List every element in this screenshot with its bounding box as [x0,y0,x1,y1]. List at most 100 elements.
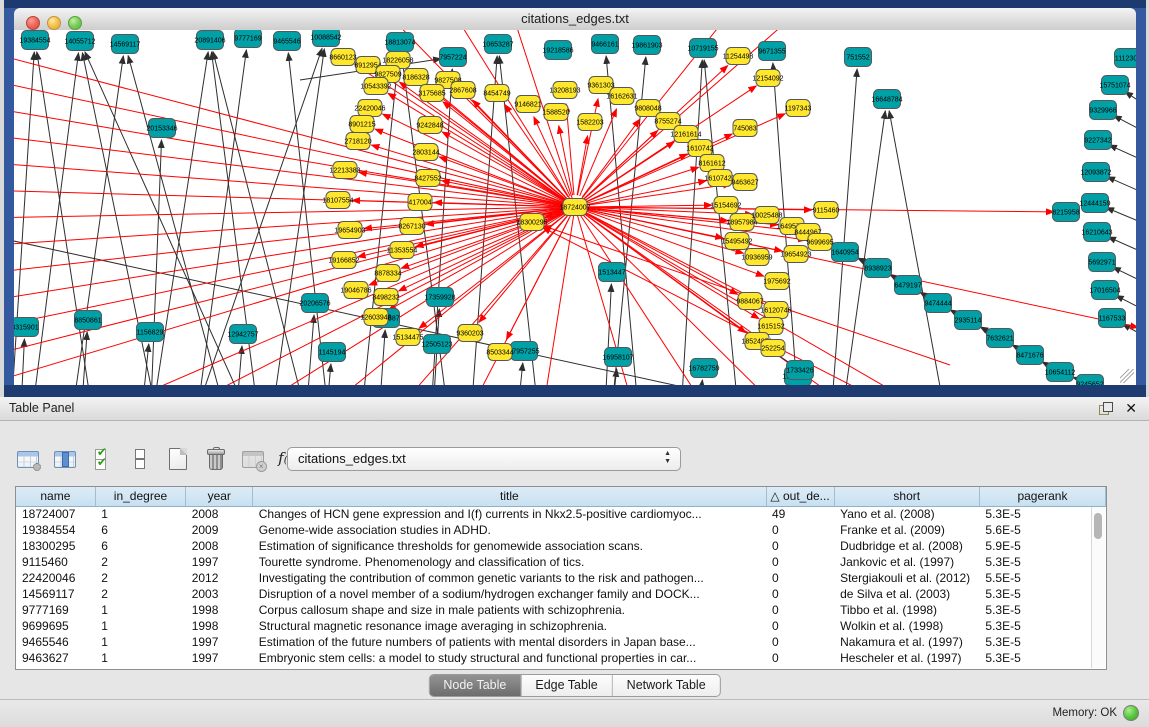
network-node[interactable]: 1197343 [785,100,812,117]
network-node[interactable]: 8850861 [74,311,101,330]
network-node[interactable]: 12213383 [329,162,360,179]
table-cell[interactable]: Jankovic et al. (1997) [834,554,979,570]
network-node[interactable]: 20153346 [146,119,177,138]
network-node[interactable]: 18300295 [516,214,547,231]
unselect-all-columns-button[interactable] [127,446,153,472]
table-row[interactable]: 977716911998Corpus callosum shape and si… [16,602,1106,618]
network-node[interactable]: 19046786 [340,282,371,299]
table-cell[interactable]: 5.3E-5 [979,554,1105,570]
table-cell[interactable]: Disruption of a novel member of a sodium… [253,586,766,602]
table-cell[interactable]: 5.3E-5 [979,650,1105,666]
tab-edge-table[interactable]: Edge Table [521,675,612,696]
table-cell[interactable]: Wolkin et al. (1998) [834,618,979,634]
network-nodes[interactable]: 1938455414055712145691172089140697771699… [14,30,1136,385]
network-node[interactable]: 10653287 [482,35,513,54]
network-node[interactable]: 13208193 [549,82,580,99]
scrollbar-thumb[interactable] [1094,513,1102,539]
table-cell[interactable]: 0 [766,586,834,602]
network-node[interactable]: 1145194 [319,343,346,362]
table-cell[interactable]: 9465546 [16,634,95,650]
table-cell[interactable]: 2009 [186,522,253,538]
table-cell[interactable]: 18724007 [16,506,95,522]
network-node[interactable]: 8186328 [402,69,429,86]
network-node[interactable]: 745083 [733,120,757,137]
table-cell[interactable]: Genome-wide association studies in ADHD. [253,522,766,538]
network-node[interactable]: 16162631 [606,88,637,105]
tab-network-table[interactable]: Network Table [613,675,720,696]
table-row[interactable]: 969969511998Structural magnetic resonanc… [16,618,1106,634]
network-node[interactable]: 19384554 [19,31,50,50]
network-node[interactable]: 8938923 [864,259,891,278]
network-node[interactable]: 9463627 [731,174,758,191]
table-cell[interactable]: 2008 [186,506,253,522]
network-node[interactable]: 22420046 [354,100,385,117]
network-node[interactable]: 8161612 [698,155,725,172]
table-cell[interactable]: Investigating the contribution of common… [253,570,766,586]
table-cell[interactable]: 5.6E-5 [979,522,1105,538]
network-node[interactable]: 11254498 [723,48,754,65]
network-node[interactable]: 8215958 [1052,203,1079,222]
network-node[interactable]: 2803144 [412,144,439,161]
network-node[interactable]: 9227342 [1084,131,1111,150]
network-node[interactable]: 18813074 [384,33,415,52]
network-node[interactable]: 9474444 [924,294,951,313]
network-node[interactable]: 9777169 [234,30,261,48]
close-panel-icon[interactable]: ✕ [1125,400,1137,416]
network-node[interactable]: 417004 [408,194,432,211]
table-cell[interactable]: 0 [766,538,834,554]
column-header-name[interactable]: name [16,487,95,506]
table-cell[interactable]: 9463627 [16,650,95,666]
network-node[interactable]: 19218586 [542,41,573,60]
network-node[interactable]: 10088542 [310,30,341,47]
network-node[interactable]: 9242848 [416,117,443,134]
select-all-columns-button[interactable]: ✔ ✔ [90,446,116,472]
table-cell[interactable]: 1998 [186,602,253,618]
network-node[interactable]: 1513447 [598,263,625,282]
network-node[interactable]: 9245652 [1076,375,1103,386]
table-cell[interactable]: 49 [766,506,834,522]
network-node[interactable]: 10936959 [741,249,772,266]
table-cell[interactable]: 18300295 [16,538,95,554]
network-node[interactable]: 12093872 [1080,163,1111,182]
table-row[interactable]: 2242004622012Investigating the contribut… [16,570,1106,586]
table-row[interactable]: 946554611997Estimation of the future num… [16,634,1106,650]
network-node[interactable]: 9329966 [1089,101,1116,120]
table-cell[interactable]: 5.3E-5 [979,618,1105,634]
table-cell[interactable]: Embryonic stem cells: a model to study s… [253,650,766,666]
network-node[interactable]: 16958107 [602,348,633,367]
table-cell[interactable]: 1 [95,506,185,522]
table-row[interactable]: 946362711997Embryonic stem cells: a mode… [16,650,1106,666]
network-node[interactable]: 8498232 [372,289,399,306]
network-node[interactable]: 12505123 [421,335,452,354]
column-header-title[interactable]: title [253,487,766,506]
network-node[interactable]: 8267130 [398,218,425,235]
network-node[interactable]: 8503344 [486,344,513,361]
new-table-button[interactable] [165,446,191,472]
network-node[interactable]: 1610742 [686,140,713,157]
table-cell[interactable]: Changes of HCN gene expression and I(f) … [253,506,766,522]
window-resize-grip[interactable] [1120,369,1134,383]
network-node[interactable]: 1156829 [137,323,164,342]
network-node[interactable]: 1112304 [1115,49,1137,68]
table-cell[interactable]: 9115460 [16,554,95,570]
network-node[interactable]: 1167533 [1099,309,1126,328]
table-cell[interactable]: Hescheler et al. (1997) [834,650,979,666]
network-node[interactable]: 14055712 [64,32,95,51]
table-cell[interactable]: Nakamura et al. (1997) [834,634,979,650]
table-cell[interactable]: 14569117 [16,586,95,602]
network-node[interactable]: 1975692 [763,273,790,290]
network-node[interactable]: 12444159 [1079,194,1110,213]
network-node[interactable]: 9115460 [813,202,840,219]
table-cell[interactable]: 9777169 [16,602,95,618]
network-node[interactable]: 9466161 [591,35,618,54]
network-node[interactable]: 2718120 [344,133,371,150]
table-select-dropdown[interactable]: citations_edges.txt ▲▼ [287,447,681,471]
column-header-year[interactable]: year [186,487,253,506]
table-cell[interactable]: 6 [95,538,185,554]
column-header-short[interactable]: short [834,487,979,506]
table-row[interactable]: 1830029562008Estimation of significance … [16,538,1106,554]
table-cell[interactable]: 1 [95,602,185,618]
table-cell[interactable]: 2 [95,570,185,586]
network-node[interactable]: 9360203 [456,325,483,342]
network-node[interactable]: 10543392 [360,78,391,95]
